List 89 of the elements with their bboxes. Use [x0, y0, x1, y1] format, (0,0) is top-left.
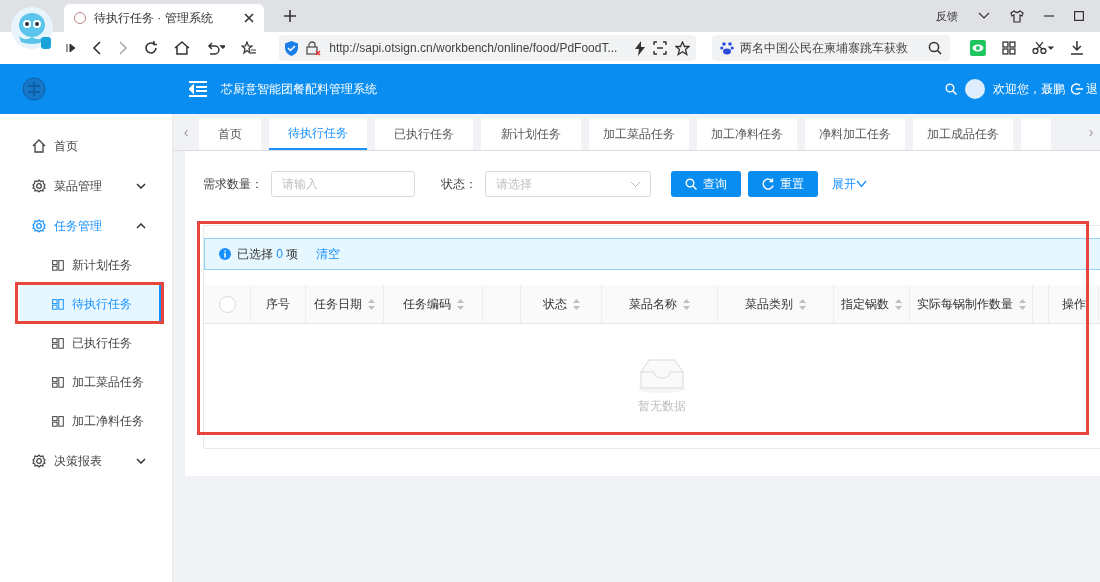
screenshot-icon[interactable]	[653, 41, 668, 55]
paw-icon	[720, 41, 735, 55]
page-tab[interactable]: 加工净料任务	[697, 118, 797, 150]
url-text: http://sapi.otsign.cn/workbench/online/food/PdFoodT...	[329, 41, 619, 55]
page-tab[interactable]: 加工成品任务	[913, 118, 1013, 150]
browser-tab[interactable]: 待执行任务 · 管理系统	[64, 4, 264, 32]
chevron-icon	[136, 458, 146, 464]
search-icon	[685, 178, 697, 190]
grid-icon	[52, 338, 64, 349]
gear-icon	[32, 454, 46, 468]
octopus-logo-icon[interactable]	[10, 6, 54, 50]
column-header[interactable]: 指定锅数	[841, 295, 902, 313]
select-field[interactable]: 请选择	[485, 171, 651, 197]
menu-fold-icon[interactable]	[189, 81, 207, 97]
column-header[interactable]: 实际每锅制作数量	[916, 295, 1026, 313]
grid-icon	[52, 377, 64, 388]
empty-text: 暂无数据	[637, 397, 686, 415]
grid-icon	[52, 416, 64, 427]
back-icon[interactable]	[91, 41, 102, 55]
star-icon[interactable]	[675, 40, 691, 56]
selection-count-text: 已选择 0 项	[237, 245, 299, 263]
star-list-icon[interactable]	[241, 41, 258, 55]
page-tab[interactable]: 已执行任务	[375, 118, 473, 150]
gear-icon	[32, 219, 46, 233]
sidebar-subitem[interactable]: 加工菜品任务	[20, 363, 162, 402]
sort-icon	[456, 298, 464, 310]
app-logo-icon	[22, 77, 46, 101]
refresh-icon	[762, 178, 774, 190]
sidebar-item[interactable]: 首页	[0, 126, 172, 166]
page-tab[interactable]: 新计划任务	[481, 118, 581, 150]
column-header[interactable]: 菜品名称	[629, 295, 690, 313]
close-icon[interactable]	[244, 13, 254, 23]
grid-icon[interactable]	[1002, 41, 1017, 55]
column-header[interactable]: 序号	[266, 295, 290, 313]
input-field[interactable]: 请输入	[271, 171, 415, 197]
page-tab[interactable]: 首页	[199, 118, 261, 150]
insecure-lock-icon	[306, 40, 322, 56]
reload-icon[interactable]	[143, 41, 158, 55]
home-icon[interactable]	[173, 41, 190, 55]
shirt-icon[interactable]	[1010, 9, 1024, 23]
page-tab[interactable]: 净料加工任务	[805, 118, 905, 150]
home-icon	[32, 139, 46, 153]
sidebar-subitem[interactable]: 加工净料任务	[20, 402, 162, 441]
address-bar[interactable]: http://sapi.otsign.cn/workbench/online/food/PdFoodT...	[279, 35, 697, 61]
column-header[interactable]: 操作	[1061, 295, 1086, 313]
sidebar-item[interactable]: 菜品管理	[0, 166, 172, 206]
filter-label: 需求数量：	[203, 175, 263, 193]
info-icon	[219, 248, 231, 260]
column-header[interactable]: 任务日期	[314, 295, 375, 313]
grid-icon	[52, 299, 64, 310]
chevron-down-icon	[856, 180, 867, 188]
search-icon[interactable]	[928, 41, 943, 55]
sidebar-subitem[interactable]: 已执行任务	[20, 324, 162, 363]
sort-icon	[368, 298, 375, 310]
column-header[interactable]: 任务编码	[402, 295, 464, 313]
play-icon[interactable]	[66, 43, 76, 53]
chevron-icon	[136, 183, 146, 189]
grid-icon	[52, 260, 64, 271]
new-tab-icon[interactable]	[284, 10, 296, 22]
column-header[interactable]: 菜品类别	[745, 295, 806, 313]
greeting-text: 欢迎您，聂鹏	[993, 80, 1065, 98]
search-field[interactable]: 两名中国公民在柬埔寨跳车获救	[712, 35, 951, 61]
app-title: 芯厨意智能团餐配料管理系统	[221, 80, 377, 98]
sort-icon	[572, 298, 580, 310]
chevron-icon	[136, 223, 146, 229]
avatar[interactable]	[965, 79, 985, 99]
gear-icon	[32, 179, 46, 193]
shield-icon	[285, 40, 299, 56]
maximize-icon[interactable]	[1074, 11, 1084, 21]
download-icon[interactable]	[1070, 41, 1084, 55]
sort-icon	[895, 298, 902, 310]
sidebar-item[interactable]: 决策报表	[0, 441, 172, 481]
chevron-down-icon[interactable]	[978, 12, 990, 20]
lightning-icon[interactable]	[635, 40, 646, 56]
select-all-checkbox[interactable]	[218, 295, 236, 313]
filter-label: 状态：	[441, 175, 477, 193]
column-header[interactable]: 状态	[542, 295, 580, 313]
sort-icon	[683, 298, 690, 310]
chevron-down-icon	[630, 181, 641, 188]
page-tab[interactable]: 加工菜品任务	[589, 118, 689, 150]
empty-inbox-icon	[636, 357, 687, 394]
tab-title: 待执行任务 · 管理系统	[94, 9, 213, 27]
logout-icon[interactable]	[1071, 83, 1083, 95]
sidebar-subitem[interactable]: 新计划任务	[20, 246, 162, 285]
feedback-link[interactable]: 反馈	[936, 8, 958, 24]
undo-icon[interactable]	[205, 41, 226, 55]
sort-icon	[1018, 298, 1026, 310]
scissors-icon[interactable]	[1032, 41, 1055, 55]
sort-icon	[799, 298, 806, 310]
